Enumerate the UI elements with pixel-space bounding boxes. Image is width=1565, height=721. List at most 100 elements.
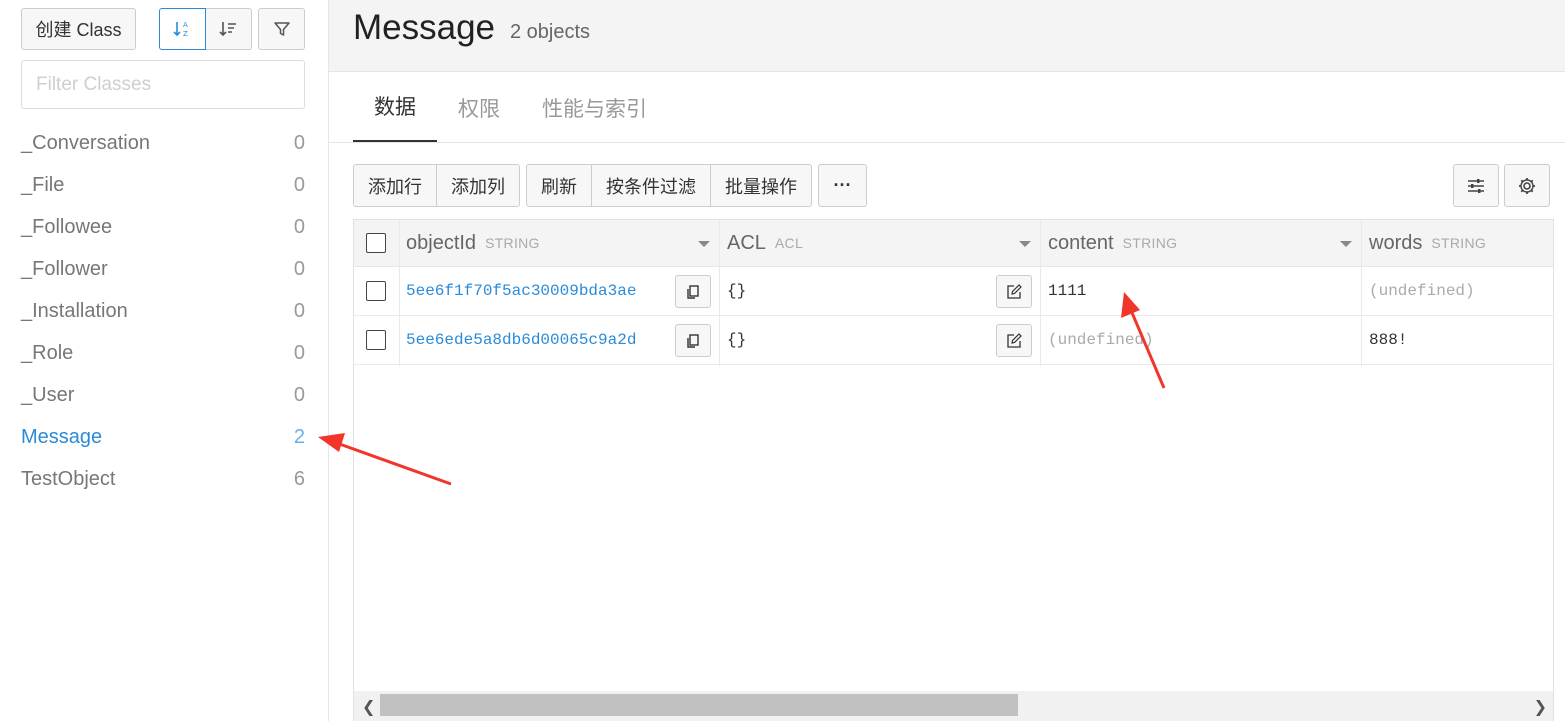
action-button-group: 刷新 按条件过滤 批量操作: [526, 164, 812, 207]
class-item[interactable]: _File 0: [21, 164, 305, 206]
class-count: 0: [293, 383, 305, 406]
row-checkbox-cell: [366, 267, 386, 315]
add-button-group: 添加行 添加列: [353, 164, 520, 207]
tab-data[interactable]: 数据: [353, 72, 437, 143]
row-checkbox[interactable]: [366, 281, 386, 301]
copy-button[interactable]: [675, 324, 711, 357]
class-item[interactable]: _User 0: [21, 374, 305, 416]
table-tools: [1448, 164, 1550, 207]
class-item[interactable]: _Role 0: [21, 332, 305, 374]
tab-performance-index[interactable]: 性能与索引: [521, 72, 668, 143]
copy-button[interactable]: [675, 275, 711, 308]
class-count: 0: [293, 257, 305, 280]
class-name: _User: [21, 383, 75, 406]
column-menu-caret-icon[interactable]: [1340, 241, 1352, 247]
class-count: 2: [293, 425, 305, 448]
page-title: Message: [353, 8, 496, 47]
class-item[interactable]: TestObject 6: [21, 458, 305, 500]
class-item[interactable]: _Installation 0: [21, 290, 305, 332]
main-panel: Message 2 objects 数据 权限 性能与索引 添加行 添加列 刷新…: [329, 0, 1565, 721]
settings-button[interactable]: [1504, 164, 1550, 207]
class-count: 0: [293, 131, 305, 154]
data-table: objectId STRING ACL ACL content STRING w…: [353, 219, 1554, 721]
column-header-objectid[interactable]: objectId STRING: [406, 220, 540, 266]
svg-text:A: A: [183, 21, 188, 29]
edit-acl-button[interactable]: [996, 275, 1032, 308]
gear-icon: [1519, 177, 1535, 194]
class-item[interactable]: _Follower 0: [21, 248, 305, 290]
objectid-cell[interactable]: 5ee6ede5a8db6d00065c9a2d: [406, 316, 636, 364]
sort-count-button[interactable]: [205, 8, 252, 50]
more-button-group: ···: [818, 164, 867, 207]
select-all-checkbox[interactable]: [366, 233, 386, 253]
batch-operation-button[interactable]: 批量操作: [711, 165, 811, 206]
scroll-right-icon[interactable]: ❯: [1534, 697, 1547, 717]
class-name: _Role: [21, 341, 74, 364]
class-name: _Installation: [21, 299, 128, 322]
column-type: ACL: [774, 235, 804, 251]
class-item[interactable]: _Conversation 0: [21, 122, 305, 164]
copy-icon: [687, 333, 699, 348]
column-name: words: [1369, 231, 1423, 254]
class-sidebar: 创建 Class A Z Filter Classes _Conversatio…: [0, 0, 329, 721]
column-header-content[interactable]: content STRING: [1048, 220, 1177, 266]
data-toolbar: 添加行 添加列 刷新 按条件过滤 批量操作 ···: [353, 164, 873, 207]
more-button[interactable]: ···: [819, 165, 866, 206]
class-name: _File: [21, 173, 65, 196]
add-row-button[interactable]: 添加行: [354, 165, 437, 206]
class-list: _Conversation 0 _File 0 _Followee 0 _Fol…: [21, 122, 305, 500]
class-count: 0: [293, 299, 305, 322]
sort-az-icon: A Z: [173, 21, 188, 38]
sort-alphabetical-button[interactable]: A Z: [159, 8, 206, 50]
acl-cell[interactable]: {}: [727, 267, 746, 315]
table-header: objectId STRING ACL ACL content STRING w…: [354, 220, 1553, 267]
words-cell[interactable]: (undefined): [1369, 267, 1475, 315]
edit-icon: [1007, 283, 1022, 299]
tab-bar: 数据 权限 性能与索引: [353, 72, 668, 143]
column-type: STRING: [485, 235, 540, 251]
objectid-cell[interactable]: 5ee6f1f70f5ac30009bda3ae: [406, 267, 636, 315]
class-count: 0: [293, 215, 305, 238]
filter-by-condition-button[interactable]: 按条件过滤: [592, 165, 711, 206]
column-name: content: [1048, 231, 1114, 254]
content-cell[interactable]: (undefined): [1048, 316, 1154, 364]
sort-button-group: A Z: [159, 8, 252, 50]
create-class-button[interactable]: 创建 Class: [21, 8, 136, 50]
edit-icon: [1007, 332, 1022, 348]
column-menu-caret-icon[interactable]: [1019, 241, 1031, 247]
class-name: _Follower: [21, 257, 108, 280]
filter-classes-input[interactable]: [21, 60, 305, 109]
class-name: _Followee: [21, 215, 113, 238]
content-cell[interactable]: 1111: [1048, 267, 1086, 315]
horizontal-scrollbar[interactable]: ❮ ❯: [354, 691, 1553, 721]
class-item-selected[interactable]: Message 2: [21, 416, 305, 458]
row-checkbox[interactable]: [366, 330, 386, 350]
column-header-acl[interactable]: ACL ACL: [727, 220, 803, 266]
column-header-words[interactable]: words STRING: [1369, 220, 1486, 266]
class-item[interactable]: _Followee 0: [21, 206, 305, 248]
table-row: 5ee6ede5a8db6d00065c9a2d {} (undefined) …: [354, 316, 1553, 365]
words-cell[interactable]: 888!: [1369, 316, 1407, 364]
tab-divider: [329, 142, 1565, 143]
scroll-left-icon[interactable]: ❮: [362, 697, 375, 717]
refresh-button[interactable]: 刷新: [527, 165, 592, 206]
class-name: _Conversation: [21, 131, 150, 154]
column-type: STRING: [1122, 235, 1178, 251]
tab-permissions[interactable]: 权限: [437, 72, 521, 143]
column-name: ACL: [727, 231, 766, 254]
class-name: TestObject: [21, 467, 116, 490]
column-settings-button[interactable]: [1453, 164, 1499, 207]
scrollbar-thumb[interactable]: [380, 694, 1018, 716]
class-name: Message: [21, 425, 103, 448]
acl-cell[interactable]: {}: [727, 316, 746, 364]
row-checkbox-cell: [366, 316, 386, 364]
column-menu-caret-icon[interactable]: [698, 241, 710, 247]
add-column-button[interactable]: 添加列: [437, 165, 519, 206]
filter-classes-button[interactable]: [258, 8, 305, 50]
column-type: STRING: [1431, 235, 1487, 251]
sliders-icon: [1468, 178, 1484, 193]
edit-acl-button[interactable]: [996, 324, 1032, 357]
object-count: 2 objects: [510, 21, 591, 43]
class-count: 0: [293, 173, 305, 196]
copy-icon: [687, 284, 699, 299]
